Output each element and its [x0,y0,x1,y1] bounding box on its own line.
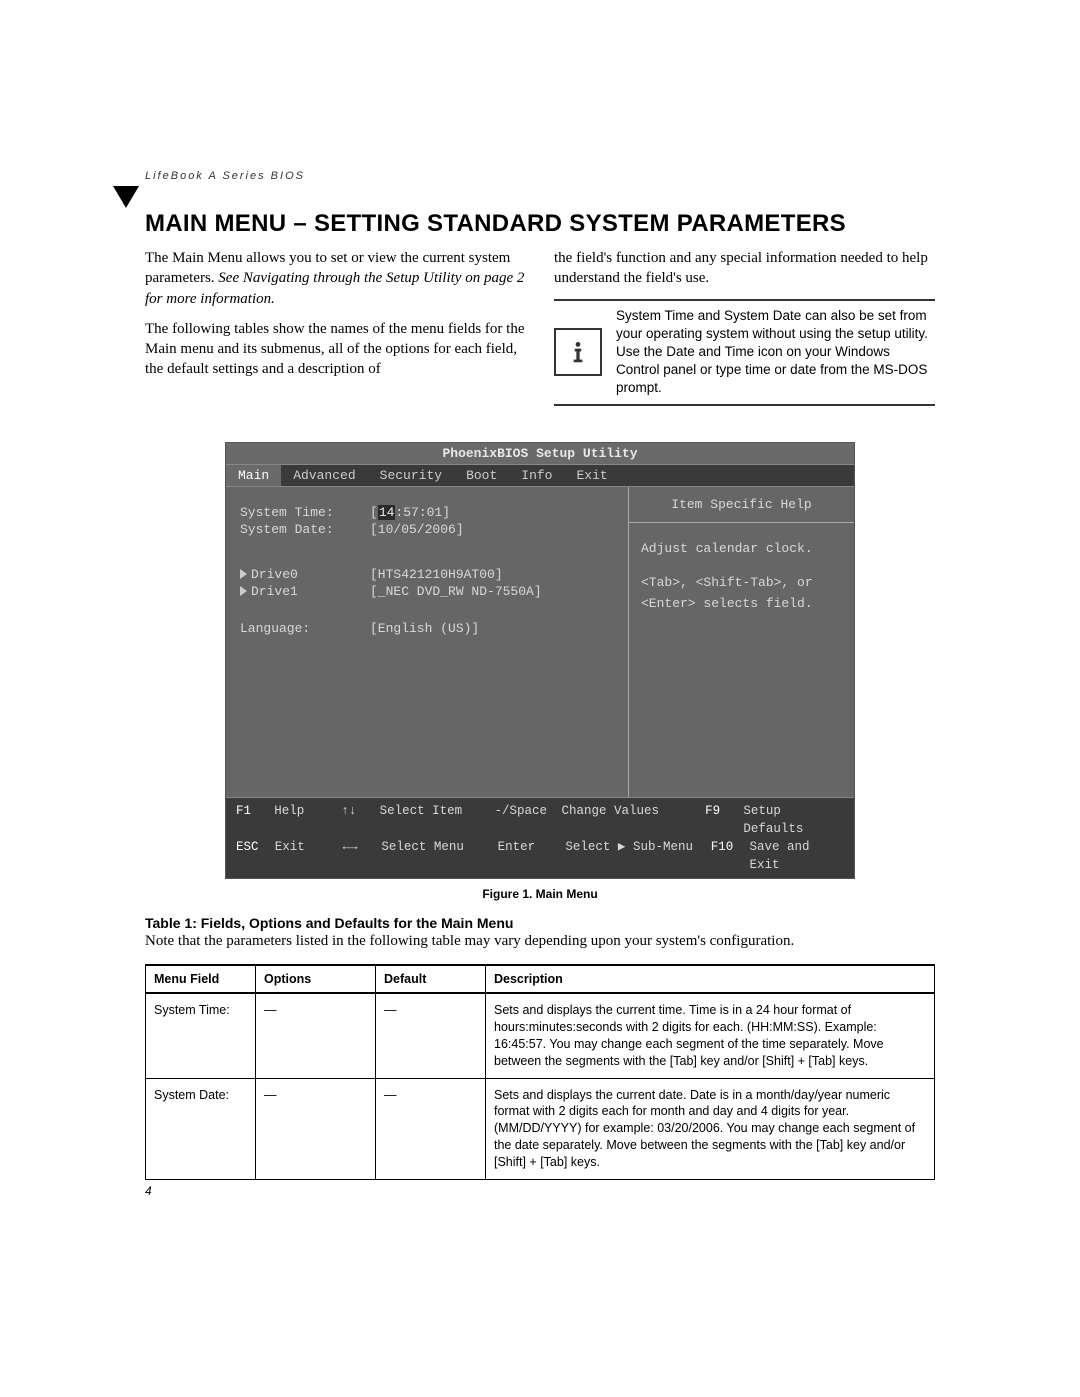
bios-date-label: System Date: [240,522,370,537]
bios-tab-info: Info [509,465,564,486]
bios-drive0-label: Drive0 [240,567,370,582]
page-content: LifeBook A Series BIOS MAIN MENU – SETTI… [145,170,935,1198]
bios-row-drive0: Drive0 [HTS421210H9AT00] [240,567,614,582]
bios-drive1-value: [_NEC DVD_RW ND-7550A] [370,584,542,599]
triangle-right-icon [240,569,247,579]
bios-help-body: Adjust calendar clock. <Tab>, <Shift-Tab… [629,523,854,631]
bios-time-label: System Time: [240,505,370,520]
page-marker-icon [113,186,139,208]
cell-field: System Date: [146,1078,256,1179]
bios-lang-label: Language: [240,621,370,636]
bios-tab-security: Security [368,465,454,486]
bios-row-date: System Date: [10/05/2006] [240,522,614,537]
bios-tab-main: Main [226,465,281,486]
left-column: The Main Menu allows you to set or view … [145,248,526,412]
bios-row-language: Language: [English (US)] [240,621,614,636]
intro-paragraph-3: the field's function and any special inf… [554,248,935,289]
bios-help-title: Item Specific Help [629,487,854,523]
table-row: System Date: — — Sets and displays the c… [146,1078,935,1179]
intro-paragraph-2: The following tables show the names of t… [145,319,526,380]
bios-footer-row-2: ESC Exit ←→ Select Menu Enter Select ▶ S… [236,838,844,874]
bios-menubar: Main Advanced Security Boot Info Exit [226,465,854,487]
bios-footer: F1 Help ↑↓ Select Item -/Space Change Va… [226,797,854,879]
info-icon [554,328,602,376]
cell-desc: Sets and displays the current date. Date… [486,1078,935,1179]
triangle-right-icon [240,586,247,596]
info-text: System Time and System Date can also be … [616,307,935,398]
bios-row-drive1: Drive1 [_NEC DVD_RW ND-7550A] [240,584,614,599]
info-callout: System Time and System Date can also be … [554,307,935,398]
two-column-intro: The Main Menu allows you to set or view … [145,248,935,412]
bios-drive1-label: Drive1 [240,584,370,599]
bios-cursor: 14 [378,505,396,520]
intro-paragraph-1: The Main Menu allows you to set or view … [145,248,526,309]
bios-left-panel: System Time: [14:57:01] System Date: [10… [226,487,629,797]
bios-lang-value: [English (US)] [370,621,479,636]
bios-drive0-value: [HTS421210H9AT00] [370,567,503,582]
right-column: the field's function and any special inf… [554,248,935,412]
th-default: Default [376,965,486,993]
fields-table: Menu Field Options Default Description S… [145,964,935,1180]
bios-screenshot: PhoenixBIOS Setup Utility Main Advanced … [225,442,855,880]
bios-title: PhoenixBIOS Setup Utility [226,443,854,465]
table-header-row: Menu Field Options Default Description [146,965,935,993]
bios-tab-advanced: Advanced [281,465,367,486]
bios-body: System Time: [14:57:01] System Date: [10… [226,487,854,797]
figure-caption: Figure 1. Main Menu [145,887,935,901]
cell-options: — [256,1078,376,1179]
table-title: Table 1: Fields, Options and Defaults fo… [145,915,935,931]
cell-options: — [256,993,376,1078]
divider [554,299,935,301]
running-header: LifeBook A Series BIOS [145,170,935,182]
bios-help-panel: Item Specific Help Adjust calendar clock… [629,487,854,797]
bios-time-value: [14:57:01] [370,505,450,520]
table-row: System Time: — — Sets and displays the c… [146,993,935,1078]
cell-default: — [376,1078,486,1179]
th-menu-field: Menu Field [146,965,256,993]
bios-row-time: System Time: [14:57:01] [240,505,614,520]
bios-date-value: [10/05/2006] [370,522,464,537]
bios-tab-exit: Exit [565,465,620,486]
cell-desc: Sets and displays the current time. Time… [486,993,935,1078]
th-options: Options [256,965,376,993]
page-title: MAIN MENU – SETTING STANDARD SYSTEM PARA… [145,210,935,238]
divider [554,404,935,406]
th-description: Description [486,965,935,993]
page-number: 4 [145,1184,935,1198]
cell-default: — [376,993,486,1078]
table-note: Note that the parameters listed in the f… [145,933,935,950]
cell-field: System Time: [146,993,256,1078]
bios-tab-boot: Boot [454,465,509,486]
bios-footer-row-1: F1 Help ↑↓ Select Item -/Space Change Va… [236,802,844,838]
